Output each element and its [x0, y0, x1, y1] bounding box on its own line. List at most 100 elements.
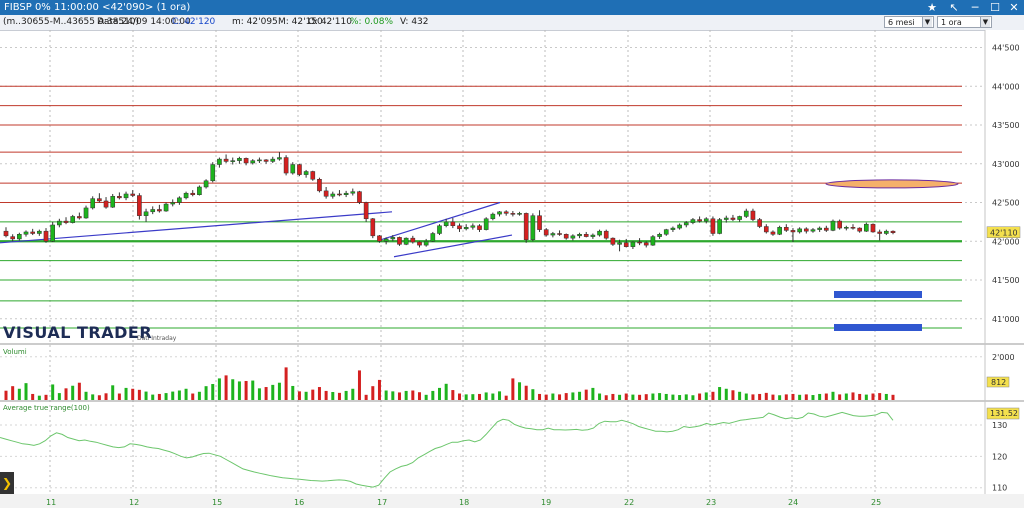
volume-bar [524, 385, 528, 400]
candle-body [850, 227, 856, 229]
volume-bar [518, 382, 522, 400]
candle-body [143, 211, 149, 216]
candle-body [130, 193, 136, 196]
volume-bar [11, 386, 15, 400]
volume-bar [771, 394, 775, 400]
candle-body [443, 221, 449, 226]
volume-last-label: 812 [991, 378, 1006, 387]
candle-body [337, 193, 342, 196]
atr-series-line [0, 411, 894, 488]
volume-bar [844, 393, 848, 400]
candle-body [357, 191, 362, 203]
candle-body [470, 225, 476, 228]
candle-body [697, 219, 702, 222]
volume-bar [297, 391, 301, 400]
candle-body [450, 221, 456, 226]
volume-bar [411, 390, 415, 400]
volume-bar [351, 388, 355, 400]
volume-bar [431, 390, 435, 400]
x-tick-label: 12 [129, 498, 139, 507]
chart-area[interactable]: 44'500 44'000 43'500 43'000 42'500 42'000 41'5… [0, 0, 1024, 508]
candle-body [757, 219, 762, 227]
volume-bar [471, 394, 475, 400]
x-tick-label: 23 [706, 498, 716, 507]
volume-bar [64, 388, 68, 400]
candle-body [643, 242, 649, 246]
volume-bar [77, 382, 81, 400]
candle-body [390, 237, 396, 240]
volume-bar [397, 392, 401, 400]
volume-bar [598, 393, 602, 400]
volume-bar [511, 378, 515, 400]
volume-bar [51, 384, 55, 400]
candle-body [103, 200, 109, 208]
panel-toggle-button[interactable]: ❯ [0, 472, 14, 494]
candle-body [583, 234, 589, 237]
candle-body [177, 197, 182, 203]
candle-body [117, 196, 122, 199]
volume-bar [531, 389, 535, 400]
candle-body [517, 213, 522, 215]
candle-body [637, 241, 642, 244]
volume-bar [738, 391, 742, 400]
volume-bar [364, 394, 368, 400]
candle-body [677, 224, 682, 229]
marker-rectangle [834, 324, 922, 331]
volume-bar [271, 384, 275, 400]
candle-body [597, 230, 602, 236]
volume-bar [638, 394, 642, 400]
volume-panel-title: Volumi [3, 348, 27, 356]
candle-body [23, 231, 29, 235]
candle-body [650, 236, 656, 246]
volume-bar [778, 395, 782, 400]
volume-bar [604, 395, 608, 400]
trendline-channel-top [380, 201, 501, 241]
candle-body [403, 237, 409, 245]
ellipse-annotation [825, 179, 959, 189]
volume-bar [117, 393, 121, 400]
candle-body [350, 191, 356, 194]
volume-bar [611, 393, 615, 400]
candle-body [257, 159, 262, 162]
volume-bar [718, 387, 722, 400]
candle-body [670, 227, 676, 230]
volume-bar [544, 394, 548, 400]
volume-bar [157, 393, 161, 400]
candle-body [223, 158, 229, 162]
candle-body [617, 242, 622, 245]
volume-bar [591, 387, 595, 400]
volume-bar [44, 394, 48, 400]
volume-bar [644, 394, 648, 400]
candle-body [457, 225, 462, 230]
candle-body [250, 160, 256, 164]
volume-bar [324, 390, 328, 400]
candle-body [37, 230, 42, 234]
volume-bar [277, 382, 281, 400]
candle-body [723, 217, 729, 220]
x-tick-label: 17 [377, 498, 387, 507]
candle-body [817, 227, 822, 230]
x-tick-label: 11 [46, 498, 56, 507]
candle-body [270, 158, 276, 162]
volume-bar [204, 386, 208, 400]
candle-body [777, 227, 782, 235]
candle-body [830, 220, 836, 231]
candle-body [423, 241, 429, 246]
candle-body [70, 216, 76, 223]
volume-bar [404, 390, 408, 400]
candle-body [283, 157, 289, 174]
volume-bar [197, 391, 201, 400]
chevron-right-icon: ❯ [1, 476, 13, 490]
volume-bar [871, 393, 875, 400]
volume-bar [417, 392, 421, 400]
candle-body [884, 230, 889, 234]
candle-body [363, 202, 369, 220]
candle-body [550, 233, 556, 236]
price-tick-label: 44'500 [992, 44, 1020, 53]
candle-body [50, 224, 56, 242]
candle-body [410, 237, 416, 243]
candle-body [477, 225, 482, 230]
candle-body [43, 230, 49, 242]
volume-bar [177, 390, 181, 400]
candle-body [797, 228, 802, 233]
